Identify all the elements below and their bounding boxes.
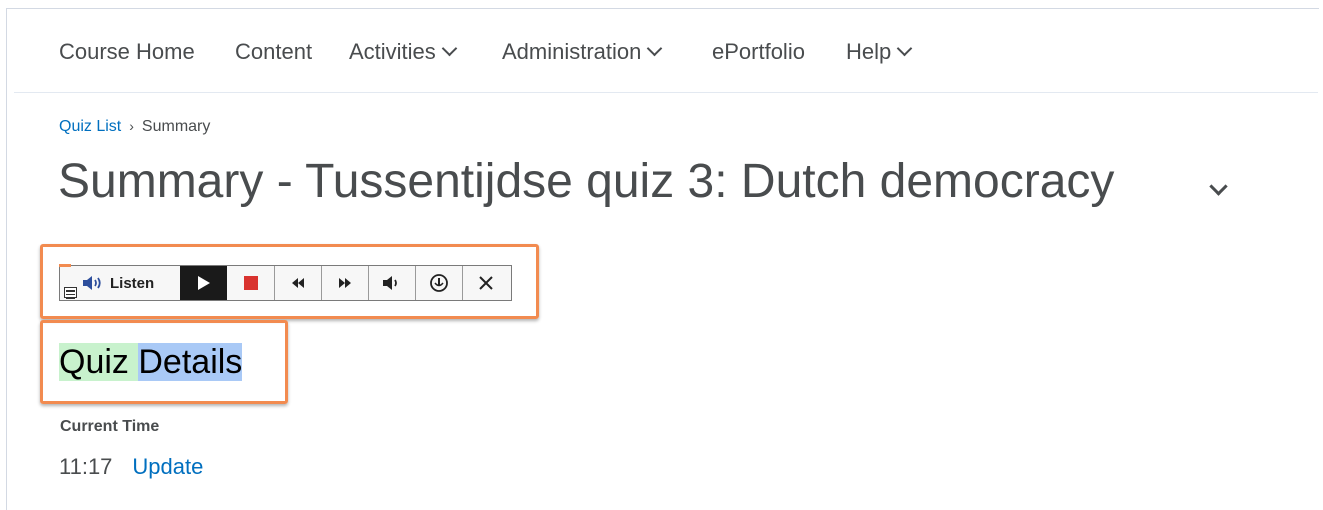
nav-help[interactable]: Help bbox=[846, 39, 913, 65]
rewind-button[interactable] bbox=[274, 266, 321, 300]
close-button[interactable] bbox=[462, 266, 509, 300]
breadcrumb-current: Summary bbox=[141, 118, 211, 135]
breadcrumb-quiz-list-link[interactable]: Quiz List bbox=[59, 118, 121, 135]
chevron-down-icon bbox=[441, 40, 458, 57]
breadcrumb-separator: › bbox=[129, 118, 134, 134]
settings-icon bbox=[430, 274, 448, 292]
settings-button[interactable] bbox=[415, 266, 462, 300]
play-button[interactable] bbox=[180, 266, 227, 300]
nav-administration[interactable]: Administration bbox=[502, 39, 663, 65]
quiz-details-heading: Quiz Details bbox=[59, 343, 243, 381]
volume-button[interactable] bbox=[368, 266, 415, 300]
current-time-label: Current Time bbox=[60, 418, 160, 435]
nav-help-label: Help bbox=[846, 39, 892, 64]
menu-icon[interactable] bbox=[60, 266, 82, 300]
nav-administration-label: Administration bbox=[502, 39, 642, 64]
stop-button[interactable] bbox=[227, 266, 274, 300]
close-icon bbox=[479, 276, 493, 290]
highlighted-word-details: Details bbox=[138, 343, 243, 381]
nav-activities[interactable]: Activities bbox=[349, 39, 458, 65]
nav-activities-label: Activities bbox=[349, 39, 436, 64]
play-icon bbox=[197, 276, 210, 290]
nav-course-home[interactable]: Course Home bbox=[59, 39, 195, 65]
fast-forward-icon bbox=[339, 278, 351, 288]
readspeaker-toolbar: Listen bbox=[59, 264, 512, 301]
listen-button[interactable]: Listen bbox=[82, 266, 180, 300]
listen-label: Listen bbox=[110, 274, 155, 292]
stop-icon bbox=[243, 276, 258, 290]
highlighted-word-quiz: Quiz bbox=[59, 343, 129, 381]
update-time-link[interactable]: Update bbox=[132, 454, 203, 479]
chevron-down-icon bbox=[896, 40, 913, 57]
chevron-down-icon bbox=[647, 40, 663, 57]
nav-content[interactable]: Content bbox=[235, 39, 312, 65]
breadcrumb: Quiz List › Summary bbox=[59, 116, 210, 137]
current-time-value: 11:17 bbox=[59, 454, 113, 479]
course-navbar: Course Home Content Activities Administr… bbox=[14, 9, 1318, 93]
menu-bars bbox=[64, 287, 77, 299]
speaker-icon bbox=[83, 276, 101, 290]
fast-forward-button[interactable] bbox=[321, 266, 368, 300]
current-time-row: 11:17 Update bbox=[59, 453, 203, 481]
rewind-icon bbox=[292, 278, 304, 288]
highlight-gap bbox=[128, 343, 139, 381]
volume-icon bbox=[383, 276, 397, 290]
page-title: Summary - Tussentijdse quiz 3: Dutch dem… bbox=[58, 155, 1115, 208]
nav-eportfolio[interactable]: ePortfolio bbox=[712, 39, 805, 65]
